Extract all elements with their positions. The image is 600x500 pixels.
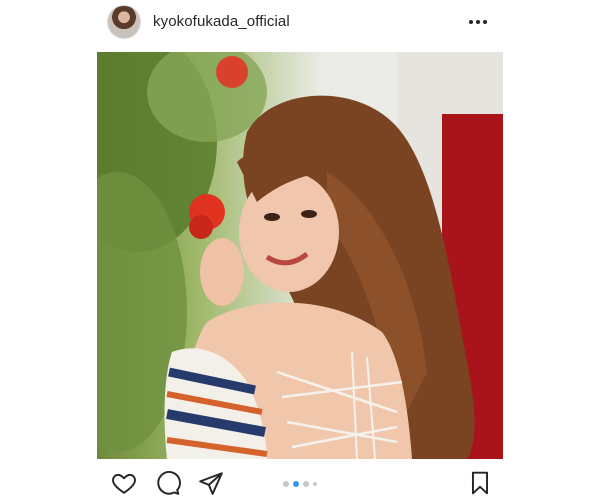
heart-icon[interactable]	[111, 470, 137, 496]
post-photo[interactable]	[97, 52, 503, 459]
paper-plane-icon[interactable]	[198, 470, 224, 496]
carousel-dot	[283, 481, 289, 487]
more-dot-icon	[469, 20, 473, 24]
more-dot-icon	[476, 20, 480, 24]
carousel-dot	[313, 482, 317, 486]
carousel-dot	[303, 481, 309, 487]
comment-icon[interactable]	[155, 470, 181, 496]
profile-avatar[interactable]	[107, 5, 141, 39]
username-link[interactable]: kyokofukada_official	[153, 13, 290, 30]
bookmark-icon[interactable]	[467, 470, 493, 496]
carousel-indicator	[283, 481, 317, 487]
more-dot-icon	[483, 20, 487, 24]
post-header: kyokofukada_official	[0, 0, 600, 46]
post-photo-illustration	[97, 52, 503, 459]
more-options-button[interactable]	[464, 12, 492, 32]
carousel-dot-active	[293, 481, 299, 487]
